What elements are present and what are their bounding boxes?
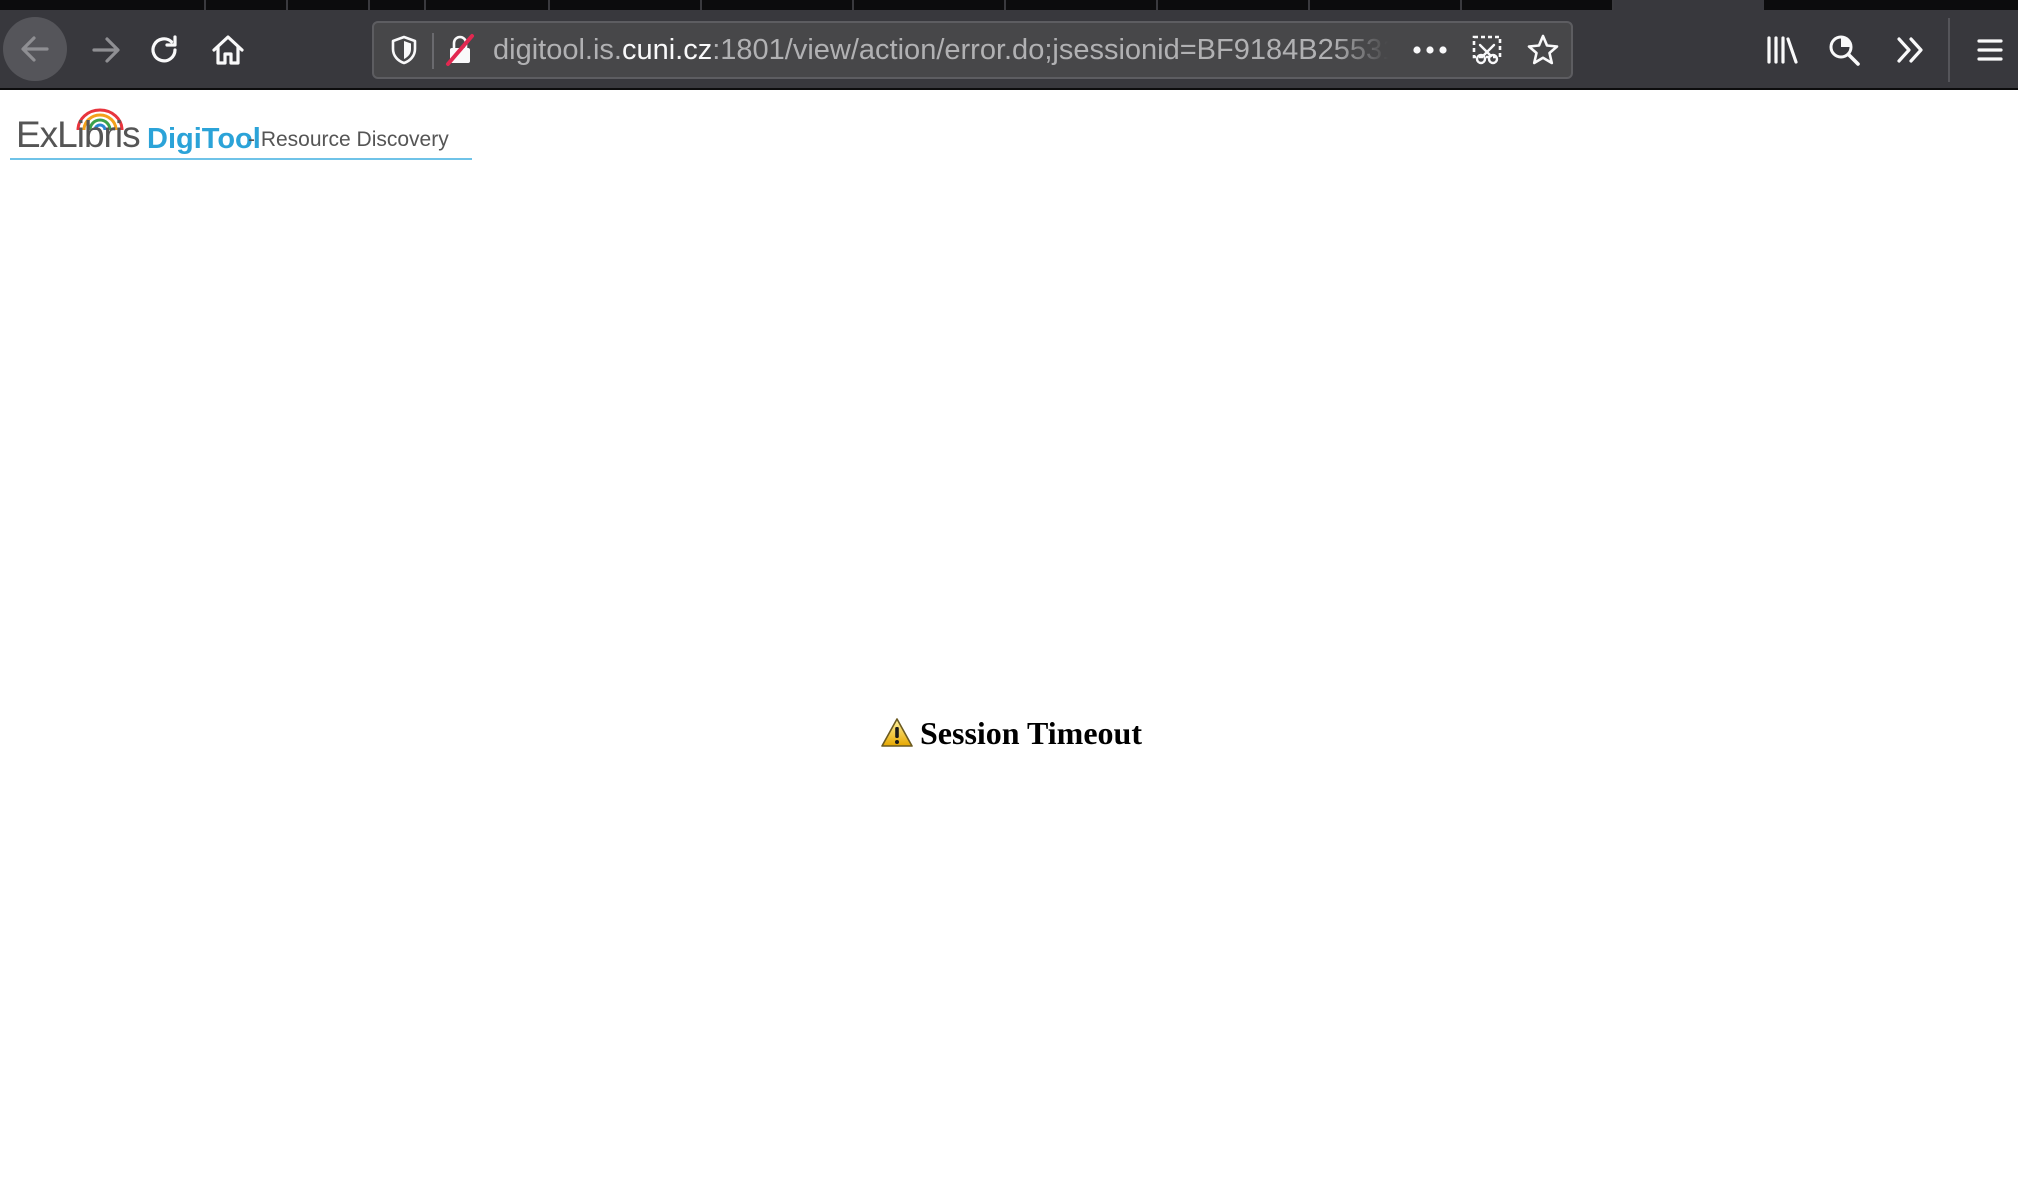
tab-active[interactable] bbox=[1614, 0, 1764, 10]
insecure-lock-icon bbox=[446, 34, 474, 66]
more-dots-icon bbox=[1413, 46, 1447, 54]
site-info-button[interactable] bbox=[438, 29, 482, 71]
hamburger-menu-icon bbox=[1977, 39, 2003, 61]
logo-product: DigiTool bbox=[147, 123, 261, 155]
home-icon bbox=[212, 35, 244, 65]
library-button[interactable] bbox=[1754, 22, 1810, 78]
double-chevron-icon bbox=[1897, 37, 1923, 63]
reload-button[interactable] bbox=[136, 22, 192, 78]
forward-button[interactable] bbox=[78, 22, 134, 78]
tab[interactable] bbox=[288, 0, 370, 10]
logo-brand: ExLibris bbox=[16, 114, 141, 155]
error-message-text: Session Timeout bbox=[920, 714, 1142, 751]
screenshot-button[interactable] bbox=[1462, 29, 1512, 71]
tab[interactable] bbox=[702, 0, 854, 10]
zoom-button[interactable] bbox=[1816, 22, 1872, 78]
page-content: ExLibris DigiTool - Resource Discovery S… bbox=[0, 92, 2018, 1204]
tab[interactable] bbox=[1006, 0, 1158, 10]
tab[interactable] bbox=[426, 0, 550, 10]
tab[interactable] bbox=[370, 0, 426, 10]
url-divider bbox=[432, 33, 434, 69]
url-bar[interactable]: digitool.is.cuni.cz:1801/view/action/err… bbox=[372, 21, 1573, 79]
tab[interactable] bbox=[1462, 0, 1614, 10]
tab[interactable] bbox=[1310, 0, 1462, 10]
toolbar-separator bbox=[1948, 18, 1950, 82]
url-domain: cuni.cz bbox=[621, 34, 713, 66]
url-text[interactable]: digitool.is.cuni.cz:1801/view/action/err… bbox=[493, 23, 1388, 77]
tab[interactable] bbox=[206, 0, 288, 10]
star-icon bbox=[1527, 34, 1559, 65]
library-icon bbox=[1767, 36, 1798, 64]
tab[interactable] bbox=[854, 0, 1006, 10]
tab[interactable] bbox=[1158, 0, 1310, 10]
digitool-logo[interactable]: ExLibris DigiTool - Resource Discovery bbox=[10, 104, 472, 160]
url-path: :1801/view/action/error.do;jsessionid=BF… bbox=[712, 34, 1388, 66]
zoom-icon bbox=[1829, 35, 1860, 66]
overflow-button[interactable] bbox=[1882, 22, 1938, 78]
url-prefix: digitool.is. bbox=[493, 34, 622, 66]
shield-icon bbox=[391, 35, 417, 65]
tab[interactable] bbox=[0, 0, 206, 10]
page-actions-button[interactable] bbox=[1404, 29, 1456, 71]
bookmark-button[interactable] bbox=[1518, 29, 1568, 71]
warning-icon bbox=[881, 718, 913, 747]
logo-tagline: - Resource Discovery bbox=[248, 128, 449, 151]
forward-arrow-icon bbox=[92, 37, 120, 63]
home-button[interactable] bbox=[200, 22, 256, 78]
back-button[interactable] bbox=[3, 17, 67, 81]
tab-strip bbox=[0, 0, 2018, 10]
session-timeout-message: Session Timeout bbox=[880, 708, 1142, 758]
back-arrow-icon bbox=[21, 36, 49, 62]
screenshot-icon bbox=[1472, 35, 1502, 65]
tab[interactable] bbox=[550, 0, 702, 10]
tracking-protection-button[interactable] bbox=[382, 29, 426, 71]
menu-button[interactable] bbox=[1962, 22, 2018, 78]
browser-toolbar: digitool.is.cuni.cz:1801/view/action/err… bbox=[0, 10, 2018, 90]
reload-icon bbox=[151, 35, 177, 63]
